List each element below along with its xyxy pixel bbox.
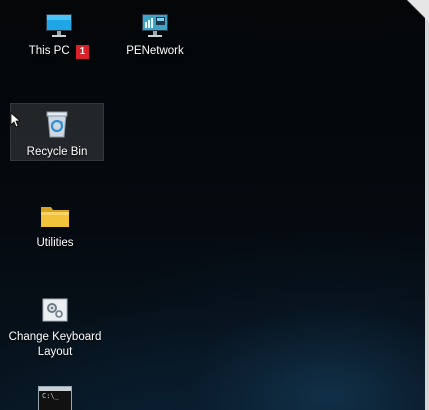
desktop-icon-label: Recycle Bin: [26, 146, 88, 158]
keyboard-settings-icon: [37, 294, 73, 326]
network-monitor-icon: [137, 10, 173, 42]
window-frame-corner: [407, 0, 429, 22]
command-prompt-glyph-text: C:\_: [42, 392, 59, 400]
desktop-icon-label: Utilities: [36, 237, 74, 249]
desktop-icon-change-keyboard-layout[interactable]: Change Keyboard Layout: [4, 294, 106, 364]
window-frame-edge: [425, 0, 429, 410]
desktop-icon-utilities[interactable]: Utilities: [18, 200, 92, 258]
desktop-icon-penetwork[interactable]: PENetwork: [118, 10, 192, 68]
mouse-cursor-icon: [10, 112, 22, 133]
monitor-icon: [41, 10, 77, 42]
desktop-icon-label: This PC: [28, 45, 70, 57]
desktop-icon-command-prompt[interactable]: C:\_: [27, 386, 83, 410]
desktop-icon-label: PENetwork: [126, 45, 184, 57]
recycle-bin-icon: [39, 108, 75, 140]
folder-icon: [37, 200, 73, 232]
callout-badge: 1: [75, 44, 90, 59]
command-prompt-icon: C:\_: [38, 386, 72, 410]
desktop-icon-this-pc[interactable]: This PC 1: [27, 10, 91, 68]
desktop-icon-label: Change Keyboard Layout: [8, 331, 102, 358]
desktop-icon-recycle-bin[interactable]: Recycle Bin: [10, 103, 104, 161]
